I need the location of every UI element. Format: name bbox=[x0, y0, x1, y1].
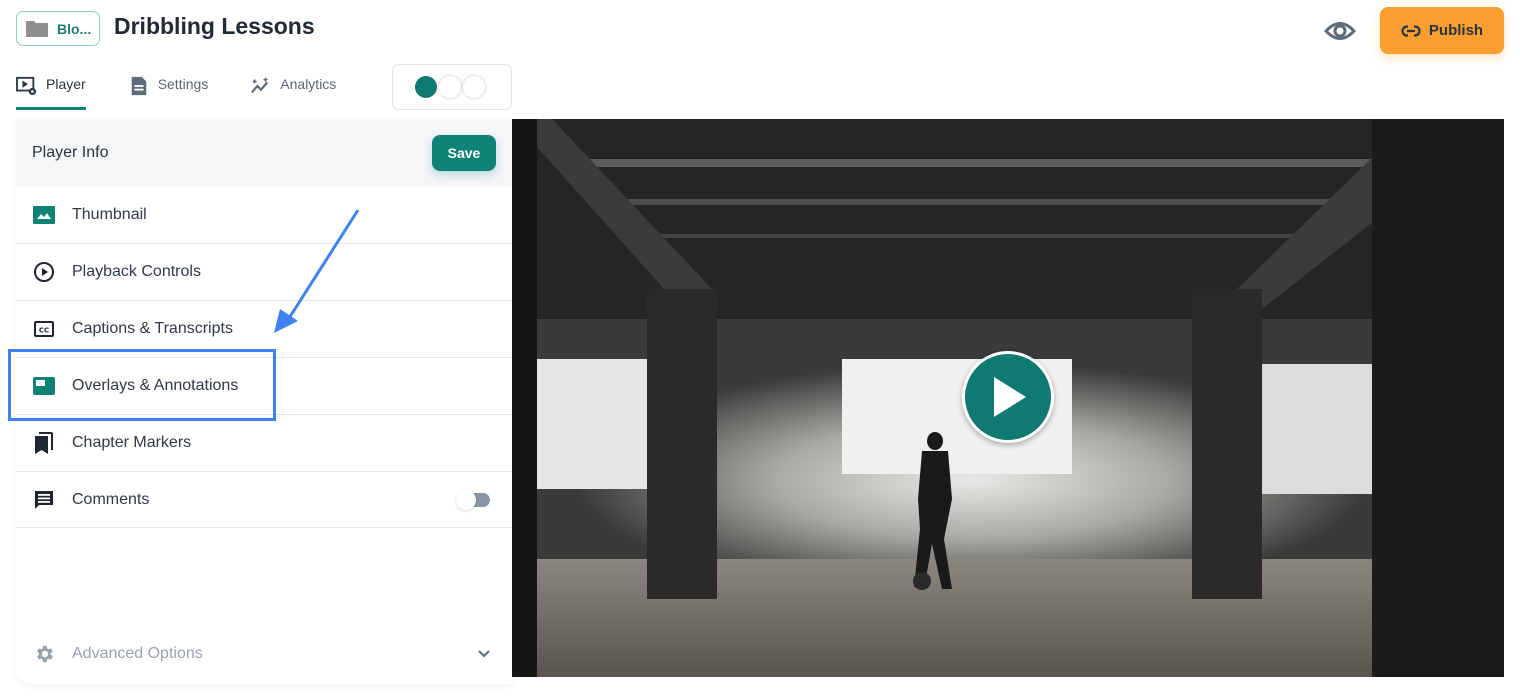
preview-button[interactable] bbox=[1322, 16, 1358, 46]
svg-text:CC: CC bbox=[39, 327, 49, 335]
menu-item-label: Captions & Transcripts bbox=[72, 320, 233, 337]
save-button[interactable]: Save bbox=[432, 135, 496, 171]
link-icon bbox=[1401, 24, 1421, 37]
overlay-icon bbox=[33, 375, 55, 397]
play-circle-icon bbox=[33, 261, 55, 283]
comments-toggle[interactable] bbox=[454, 490, 492, 510]
theme-option-2[interactable] bbox=[439, 76, 461, 98]
menu-item-thumbnail[interactable]: Thumbnail bbox=[16, 187, 512, 244]
document-icon bbox=[131, 76, 146, 96]
publish-button[interactable]: Publish bbox=[1380, 7, 1504, 54]
play-icon bbox=[994, 377, 1026, 417]
player-settings-icon bbox=[16, 76, 37, 96]
image-icon bbox=[33, 204, 55, 226]
tab-bar: Player Settings Analytics bbox=[16, 70, 378, 110]
closed-captions-icon: CC bbox=[33, 318, 55, 340]
theme-toggle[interactable] bbox=[392, 64, 512, 110]
publish-label: Publish bbox=[1428, 22, 1484, 39]
tab-player-label: Player bbox=[46, 76, 86, 92]
menu-item-chapter-markers[interactable]: Chapter Markers bbox=[16, 415, 512, 472]
chevron-down-icon bbox=[478, 650, 490, 658]
tab-settings-label: Settings bbox=[157, 76, 209, 92]
tab-analytics-label: Analytics bbox=[280, 76, 337, 92]
folder-label: Blo... bbox=[57, 20, 92, 37]
menu-item-overlays[interactable]: Overlays & Annotations bbox=[16, 358, 512, 415]
play-button[interactable] bbox=[962, 351, 1054, 443]
menu-item-playback-controls[interactable]: Playback Controls bbox=[16, 244, 512, 301]
menu-item-label: Comments bbox=[72, 490, 150, 508]
menu-item-comments[interactable]: Comments bbox=[16, 472, 512, 528]
gear-icon bbox=[37, 645, 53, 663]
panel-title: Player Info bbox=[32, 144, 109, 161]
menu-item-label: Overlays & Annotations bbox=[72, 377, 239, 394]
folder-chip[interactable]: Blo... bbox=[16, 11, 100, 46]
menu-item-label: Playback Controls bbox=[72, 263, 201, 280]
panel-header: Player Info Save bbox=[16, 119, 512, 187]
page-title: Dribbling Lessons bbox=[114, 13, 315, 39]
analytics-sparkle-icon bbox=[251, 76, 269, 94]
tab-settings[interactable]: Settings bbox=[128, 70, 209, 110]
video-player[interactable] bbox=[512, 119, 1504, 677]
advanced-options[interactable]: Advanced Options bbox=[16, 624, 512, 684]
menu-item-label: Chapter Markers bbox=[72, 434, 192, 451]
bookmarks-icon bbox=[33, 432, 55, 454]
tab-player[interactable]: Player bbox=[16, 70, 86, 110]
theme-option-1[interactable] bbox=[415, 76, 437, 98]
theme-option-3[interactable] bbox=[463, 76, 485, 98]
tab-analytics[interactable]: Analytics bbox=[250, 70, 336, 110]
comment-icon bbox=[33, 489, 55, 511]
folder-icon bbox=[26, 20, 48, 37]
advanced-options-label: Advanced Options bbox=[72, 645, 203, 662]
player-info-panel: Player Info Save Thumbnail Playback Cont… bbox=[16, 119, 512, 684]
eye-icon bbox=[1324, 22, 1356, 40]
menu-item-label: Thumbnail bbox=[72, 206, 147, 223]
menu-item-captions[interactable]: CC Captions & Transcripts bbox=[16, 301, 512, 358]
